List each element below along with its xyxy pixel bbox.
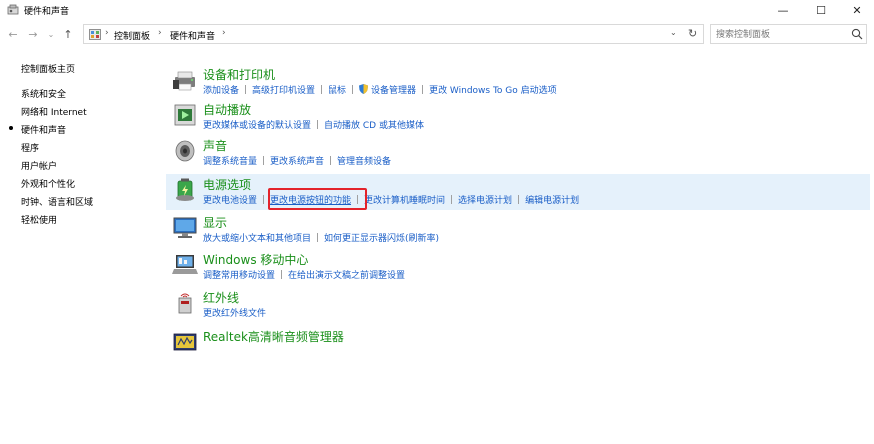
- control-panel-icon: [89, 29, 101, 40]
- category-display: 显示 放大或缩小文本和其他项目 如何更正显示器闪烁(刷新率): [166, 212, 870, 246]
- category-mobility-center: Windows 移动中心 调整常用移动设置 在给出演示文稿之前调整设置: [166, 249, 870, 283]
- link-divider: [330, 156, 332, 165]
- adjust-volume-link[interactable]: 调整系统音量: [203, 157, 257, 167]
- display-heading[interactable]: 显示: [203, 214, 227, 231]
- refresh-icon[interactable]: ↻: [688, 27, 697, 40]
- search-icon[interactable]: [851, 28, 863, 40]
- breadcrumb-control-panel[interactable]: 控制面板: [114, 29, 150, 42]
- power-options-links: 更改电池设置 更改电源按钮的功能 更改计算机睡眠时间 选择电源计划 编辑电源计划: [203, 193, 579, 206]
- display-links: 放大或缩小文本和其他项目 如何更正显示器闪烁(刷新率): [203, 231, 439, 244]
- printer-icon[interactable]: [172, 67, 198, 93]
- title-bar: 硬件和声音 — ☐ ✕: [0, 0, 874, 20]
- presentation-settings-link[interactable]: 在给出演示文稿之前调整设置: [288, 271, 405, 281]
- address-bar[interactable]: › 控制面板 › 硬件和声音 › ⌄ ↻: [83, 24, 704, 44]
- add-device-link[interactable]: 添加设备: [203, 86, 239, 96]
- mobility-settings-link[interactable]: 调整常用移动设置: [203, 271, 275, 281]
- link-divider: [281, 270, 283, 279]
- infrared-heading[interactable]: 红外线: [203, 289, 239, 306]
- category-devices-printers: 设备和打印机 添加设备 高级打印机设置 鼠标 设备管理器 更改 Windows To G…: [166, 64, 870, 98]
- sidebar-item-appearance[interactable]: 外观和个性化: [21, 177, 75, 190]
- choose-power-plan-link[interactable]: 选择电源计划: [458, 196, 512, 206]
- navigation-row: ← → ⌄ ↑ › 控制面板 › 硬件和声音 › ⌄ ↻: [0, 22, 874, 46]
- up-button[interactable]: ↑: [60, 26, 76, 42]
- link-divider: [352, 85, 354, 94]
- power-options-heading[interactable]: 电源选项: [203, 176, 251, 193]
- change-system-sounds-link[interactable]: 更改系统声音: [270, 157, 324, 167]
- sidebar-item-system-security[interactable]: 系统和安全: [21, 87, 66, 100]
- battery-settings-link[interactable]: 更改电池设置: [203, 196, 257, 206]
- back-button[interactable]: ←: [5, 26, 21, 42]
- infrared-links: 更改红外线文件: [203, 306, 266, 319]
- link-divider: [245, 85, 247, 94]
- text-size-link[interactable]: 放大或缩小文本和其他项目: [203, 234, 311, 244]
- link-divider: [422, 85, 424, 94]
- sidebar-item-programs[interactable]: 程序: [21, 141, 39, 154]
- sidebar-item-hardware-sound[interactable]: 硬件和声音: [21, 123, 66, 136]
- mobility-center-links: 调整常用移动设置 在给出演示文稿之前调整设置: [203, 268, 405, 281]
- close-button[interactable]: ✕: [839, 0, 874, 20]
- sound-heading[interactable]: 声音: [203, 137, 227, 154]
- autoplay-icon[interactable]: [172, 102, 198, 128]
- infrared-icon[interactable]: [172, 290, 198, 316]
- edit-power-plan-link[interactable]: 编辑电源计划: [525, 196, 579, 206]
- mobility-center-heading[interactable]: Windows 移动中心: [203, 251, 308, 268]
- monitor-flicker-link[interactable]: 如何更正显示器闪烁(刷新率): [324, 234, 439, 244]
- control-panel-app-icon: [7, 4, 19, 15]
- devices-printers-heading[interactable]: 设备和打印机: [203, 66, 275, 83]
- devices-printers-links: 添加设备 高级打印机设置 鼠标 设备管理器 更改 Windows To Go 启动选项: [203, 83, 557, 96]
- windows-to-go-link[interactable]: 更改 Windows To Go 启动选项: [429, 86, 557, 96]
- power-options-icon[interactable]: [172, 177, 198, 203]
- speaker-icon[interactable]: [172, 138, 198, 164]
- mouse-link[interactable]: 鼠标: [328, 86, 346, 96]
- manage-audio-devices-link[interactable]: 管理音频设备: [337, 157, 391, 167]
- address-dropdown-icon[interactable]: ⌄: [670, 28, 677, 37]
- sidebar-item-clock-region[interactable]: 时钟、语言和区域: [21, 195, 93, 208]
- annotation-highlight-box: [268, 188, 367, 210]
- forward-button[interactable]: →: [25, 26, 41, 42]
- link-divider: [317, 120, 319, 129]
- sidebar-item-user-accounts[interactable]: 用户帐户: [21, 159, 57, 172]
- category-autoplay: 自动播放 更改媒体或设备的默认设置 自动播放 CD 或其他媒体: [166, 99, 870, 133]
- media-default-settings-link[interactable]: 更改媒体或设备的默认设置: [203, 121, 311, 131]
- realtek-heading[interactable]: Realtek高清晰音频管理器: [203, 328, 344, 345]
- current-item-bullet-icon: [9, 126, 13, 130]
- display-icon[interactable]: [172, 215, 198, 241]
- link-divider: [317, 233, 319, 242]
- autoplay-heading[interactable]: 自动播放: [203, 101, 251, 118]
- link-divider: [518, 195, 520, 204]
- sidebar-item-home[interactable]: 控制面板主页: [21, 62, 75, 75]
- category-realtek: Realtek高清晰音频管理器: [166, 326, 870, 356]
- admin-shield-icon: [359, 84, 369, 94]
- search-box[interactable]: [710, 24, 867, 44]
- link-divider: [263, 195, 265, 204]
- link-divider: [263, 156, 265, 165]
- sound-links: 调整系统音量 更改系统声音 管理音频设备: [203, 154, 391, 167]
- advanced-printer-setup-link[interactable]: 高级打印机设置: [252, 86, 315, 96]
- category-sound: 声音 调整系统音量 更改系统声音 管理音频设备: [166, 135, 870, 169]
- sidebar-item-ease-of-access[interactable]: 轻松使用: [21, 213, 57, 226]
- window-title: 硬件和声音: [24, 7, 70, 17]
- breadcrumb-hardware-sound[interactable]: 硬件和声音: [170, 29, 215, 42]
- recent-locations-button[interactable]: ⌄: [43, 26, 59, 42]
- minimize-button[interactable]: —: [765, 0, 801, 20]
- autoplay-links: 更改媒体或设备的默认设置 自动播放 CD 或其他媒体: [203, 118, 424, 131]
- sleep-time-link[interactable]: 更改计算机睡眠时间: [364, 196, 445, 206]
- link-divider: [321, 85, 323, 94]
- category-infrared: 红外线 更改红外线文件: [166, 287, 870, 321]
- breadcrumb-separator-icon[interactable]: ›: [222, 28, 226, 38]
- search-input[interactable]: [716, 28, 844, 41]
- breadcrumb-separator-icon[interactable]: ›: [105, 28, 109, 38]
- device-manager-link[interactable]: 设备管理器: [371, 86, 416, 96]
- infrared-files-link[interactable]: 更改红外线文件: [203, 309, 266, 319]
- link-divider: [451, 195, 453, 204]
- autoplay-cd-link[interactable]: 自动播放 CD 或其他媒体: [324, 121, 424, 131]
- sidebar-item-network[interactable]: 网络和 Internet: [21, 105, 87, 118]
- maximize-button[interactable]: ☐: [803, 0, 839, 20]
- breadcrumb-separator-icon[interactable]: ›: [158, 28, 162, 38]
- mobility-center-icon[interactable]: [172, 252, 198, 278]
- realtek-icon[interactable]: [172, 329, 198, 355]
